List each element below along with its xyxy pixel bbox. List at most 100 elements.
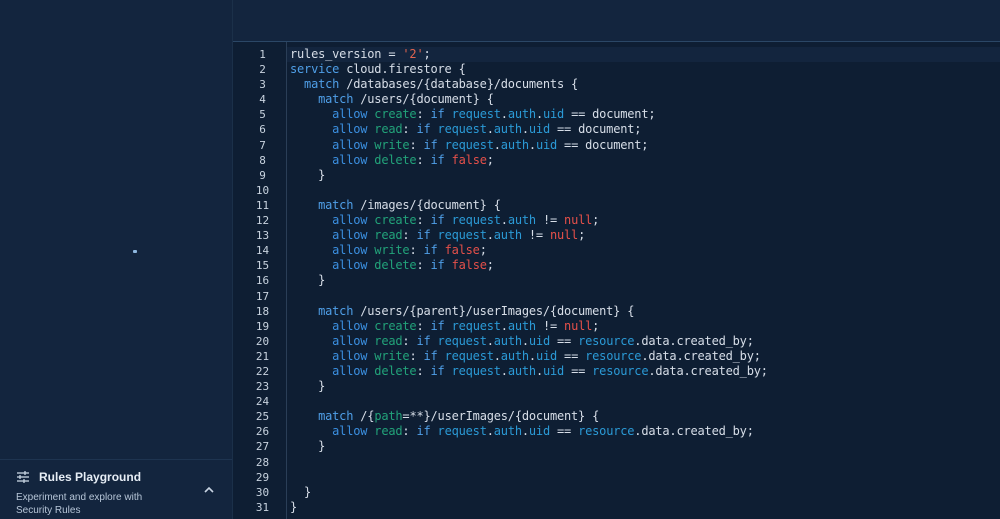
code-line[interactable]: match /images/{document} {: [287, 198, 1000, 213]
rules-playground-description: Experiment and explore with Security Rul…: [16, 492, 143, 516]
line-number-gutter: 1 2 3 4 5 6 7 8 9 10 11 12 13 14 15 16 17 18 19 20 21 22 23 24 2…: [233, 42, 287, 519]
code-line[interactable]: allow delete: if false;: [287, 153, 1000, 168]
code-token: }: [290, 167, 326, 182]
code-token: resource: [592, 363, 649, 378]
code-token: :: [409, 137, 424, 152]
code-line[interactable]: allow create: if request.auth != null;: [287, 213, 1000, 228]
code-line[interactable]: allow write: if request.auth.uid == docu…: [287, 138, 1000, 153]
code-token: request: [437, 137, 494, 152]
code-line[interactable]: allow write: if false;: [287, 243, 1000, 258]
code-token: allow: [290, 318, 368, 333]
line-number: 5: [259, 108, 266, 122]
code-line[interactable]: allow delete: if false;: [287, 258, 1000, 273]
code-line[interactable]: match /users/{parent}/userImages/{docume…: [287, 304, 1000, 319]
code-token: delete: [367, 363, 417, 378]
line-number: 11: [255, 198, 270, 212]
code-token: allow: [290, 348, 368, 363]
line-number: 15: [255, 259, 270, 273]
code-token: uid: [535, 137, 558, 152]
code-line[interactable]: [287, 183, 1000, 198]
code-token: !=: [521, 228, 550, 243]
line-number: 8: [259, 153, 266, 167]
code-token: auth: [500, 137, 529, 152]
code-line[interactable]: }: [287, 273, 1000, 288]
code-token: ;: [486, 258, 494, 273]
code-token: ;: [423, 47, 431, 61]
code-token: :: [416, 258, 431, 273]
code-token: allow: [290, 363, 368, 378]
line-number: 17: [255, 289, 270, 303]
code-token: /databases/{database}/documents {: [339, 77, 579, 92]
code-token: .: [528, 137, 536, 152]
code-token: .data.created_by;: [641, 348, 761, 363]
code-token: create: [367, 318, 417, 333]
line-number: 10: [255, 183, 270, 197]
code-line[interactable]: allow write: if request.auth.uid == reso…: [287, 349, 1000, 364]
code-line[interactable]: match /users/{document} {: [287, 92, 1000, 107]
code-token: if: [423, 348, 438, 363]
code-token: write: [367, 348, 410, 363]
chevron-up-icon[interactable]: [202, 483, 216, 497]
line-number: 26: [255, 425, 270, 439]
code-token: .: [521, 333, 529, 348]
code-line[interactable]: }: [287, 379, 1000, 394]
sidebar-marker: [133, 250, 137, 253]
code-line[interactable]: [287, 455, 1000, 470]
code-line[interactable]: }: [287, 439, 1000, 454]
code-token: }: [290, 484, 312, 499]
code-line[interactable]: }: [287, 168, 1000, 183]
line-number: 7: [259, 138, 266, 152]
code-token: if: [416, 228, 431, 243]
line-number: 3: [259, 78, 266, 92]
line-number: 13: [255, 229, 270, 243]
code-line[interactable]: allow create: if request.auth.uid == doc…: [287, 107, 1000, 122]
line-number: 29: [255, 470, 270, 484]
code-line[interactable]: allow read: if request.auth != null;: [287, 228, 1000, 243]
rules-playground-title: Rules Playground: [39, 470, 142, 484]
code-line[interactable]: allow read: if request.auth.uid == docum…: [287, 122, 1000, 137]
code-token: false: [437, 243, 480, 258]
code-token: auth: [507, 107, 536, 122]
code-token: if: [430, 258, 445, 273]
rules-playground-panel[interactable]: Rules Playground Experiment and explore …: [0, 459, 232, 519]
code-line[interactable]: [287, 394, 1000, 409]
code-editor[interactable]: 1 2 3 4 5 6 7 8 9 10 11 12 13 14 15 16 17 18 19 20 21 22 23 24 2…: [233, 42, 1000, 519]
line-number: 22: [255, 364, 270, 378]
code-token: resource: [585, 348, 642, 363]
code-line[interactable]: [287, 470, 1000, 485]
code-line[interactable]: allow read: if request.auth.uid == resou…: [287, 334, 1000, 349]
code-token: null: [549, 228, 579, 243]
code-token: ;: [592, 318, 600, 333]
code-token: if: [430, 107, 445, 122]
code-token: write: [367, 137, 410, 152]
code-token: :: [416, 213, 431, 228]
code-token: }: [290, 273, 326, 288]
code-line[interactable]: rules_version = '2';: [287, 47, 1000, 63]
code-token: write: [367, 243, 410, 258]
code-line[interactable]: match /{path=**}/userImages/{document} {: [287, 409, 1000, 424]
code-line[interactable]: match /databases/{database}/documents {: [287, 77, 1000, 92]
line-number: 1: [259, 48, 266, 61]
code-line[interactable]: }: [287, 500, 1000, 515]
code-token: request: [444, 363, 501, 378]
code-token: uid: [528, 333, 550, 348]
code-line[interactable]: [287, 289, 1000, 304]
code-token: uid: [542, 107, 565, 122]
code-token: request: [437, 348, 494, 363]
code-line[interactable]: allow create: if request.auth != null;: [287, 319, 1000, 334]
code-line[interactable]: allow delete: if request.auth.uid == res…: [287, 364, 1000, 379]
code-line[interactable]: allow read: if request.auth.uid == resou…: [287, 424, 1000, 439]
code-token: uid: [535, 348, 558, 363]
code-content[interactable]: rules_version = '2'; service cloud.firest…: [287, 42, 1000, 519]
code-line[interactable]: service cloud.firestore {: [287, 62, 1000, 77]
code-token: match: [290, 92, 354, 107]
code-token: .: [521, 122, 529, 137]
code-line[interactable]: }: [287, 485, 1000, 500]
code-token: !=: [535, 318, 565, 333]
code-token: if: [423, 137, 438, 152]
code-token: .: [486, 333, 494, 348]
code-token: if: [430, 363, 445, 378]
code-token: delete: [367, 152, 417, 167]
code-token: .: [535, 107, 543, 122]
code-token: :: [402, 333, 417, 348]
